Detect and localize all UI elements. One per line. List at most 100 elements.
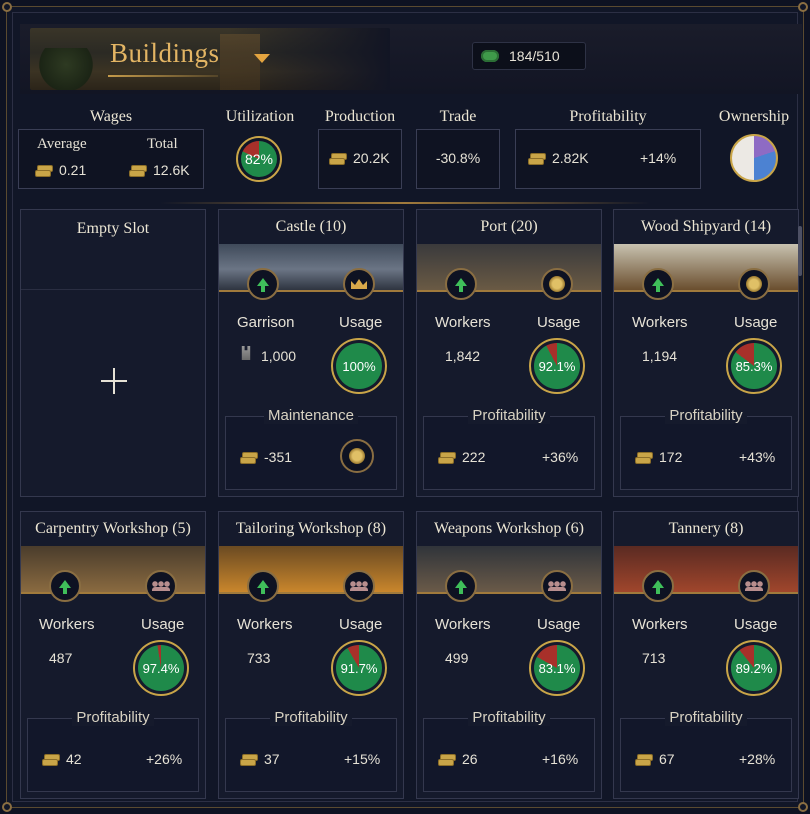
usage-label: Usage <box>339 616 383 633</box>
gold-coins-icon <box>35 164 53 177</box>
usage-gauge: 97.4% <box>133 640 189 696</box>
profitability-change: +26% <box>146 751 183 767</box>
profitability-box: 2.82K +14% <box>515 129 701 189</box>
profitability-value: 37 <box>264 751 280 767</box>
profitability-value: 222 <box>462 449 486 465</box>
building-slot-icon <box>481 50 499 62</box>
usage-value: 100% <box>342 358 376 374</box>
castle-badge[interactable] <box>343 268 375 300</box>
card-title: Weapons Workshop (6) <box>434 520 584 537</box>
profitability-box: Profitability 172 +43% <box>620 407 792 490</box>
building-badge[interactable] <box>145 570 177 602</box>
upgrade-button[interactable] <box>247 570 279 602</box>
profitability-box: Profitability 26 +16% <box>423 709 595 792</box>
profitability-title: Profitability <box>424 709 594 727</box>
workers-value: 1,842 <box>445 348 481 364</box>
building-badge[interactable] <box>738 268 770 300</box>
people-icon <box>350 581 368 591</box>
profitability-box: Profitability 67 +28% <box>620 709 792 792</box>
building-badge[interactable] <box>738 570 770 602</box>
profitability-title: Profitability <box>28 709 198 727</box>
ownership-pie[interactable] <box>730 134 778 182</box>
upgrade-button[interactable] <box>642 570 674 602</box>
card-title: Wood Shipyard (14) <box>640 218 772 235</box>
castle-card[interactable]: Castle (10) Garrison Usage 1,000 100% Ma… <box>218 209 404 497</box>
profitability-title: Profitability <box>621 709 791 727</box>
maintenance-box: Maintenance -351 <box>225 407 397 490</box>
usage-gauge: 89.2% <box>726 640 782 696</box>
profitability-value: 2.82K <box>552 150 589 166</box>
weapons-workshop-card[interactable]: Weapons Workshop (6) Workers Usage 499 8… <box>416 511 602 799</box>
building-capacity: 184/510 <box>472 42 586 70</box>
coins-icon <box>349 448 365 464</box>
workers-label: Workers <box>632 314 688 331</box>
upgrade-button[interactable] <box>445 268 477 300</box>
carpentry-workshop-card[interactable]: Carpentry Workshop (5) Workers Usage 487… <box>20 511 206 799</box>
usage-label: Usage <box>734 314 778 331</box>
workers-label: Workers <box>237 616 293 633</box>
profitability-change: +36% <box>542 449 579 465</box>
port-card[interactable]: Port (20) Workers Usage 1,842 92.1% Prof… <box>416 209 602 497</box>
scrollbar-thumb[interactable] <box>798 226 802 276</box>
coins-icon <box>549 276 565 292</box>
building-badge[interactable] <box>343 570 375 602</box>
building-badge[interactable] <box>541 268 573 300</box>
workers-value: 487 <box>49 650 73 666</box>
empty-slot-card[interactable]: Empty Slot <box>20 209 206 497</box>
workers-value: 1,194 <box>642 348 678 364</box>
gold-coins-icon <box>635 753 653 766</box>
tannery-card[interactable]: Tannery (8) Workers Usage 713 89.2% Prof… <box>613 511 799 799</box>
usage-gauge-fill: 100% <box>336 343 382 389</box>
wood-shipyard-card[interactable]: Wood Shipyard (14) Workers Usage 1,194 8… <box>613 209 799 497</box>
crown-icon <box>351 279 367 289</box>
production-value: 20.2K <box>353 150 390 166</box>
trade-value: -30.8% <box>435 150 481 166</box>
workers-value: 733 <box>247 650 271 666</box>
card-image-border <box>21 592 205 594</box>
upgrade-button[interactable] <box>49 570 81 602</box>
profitability-label: Profitability <box>569 108 647 125</box>
maintenance-value: -351 <box>264 449 293 465</box>
people-icon <box>745 581 763 591</box>
ownership-label: Ownership <box>718 108 790 125</box>
profitability-change: +14% <box>640 150 677 166</box>
usage-gauge-fill: 91.7% <box>336 645 382 691</box>
building-badge[interactable] <box>541 570 573 602</box>
castle-title: Castle (10) <box>275 218 347 235</box>
empty-slot-label: Empty Slot <box>76 220 150 237</box>
coins-icon <box>746 276 762 292</box>
profitability-box: Profitability 37 +15% <box>225 709 397 792</box>
header: Buildings 184/510 <box>20 24 802 94</box>
upgrade-button[interactable] <box>642 268 674 300</box>
wages-total-label: Total <box>147 136 178 152</box>
profitability-value: 172 <box>659 449 683 465</box>
workers-label: Workers <box>435 616 491 633</box>
usage-gauge: 91.7% <box>331 640 387 696</box>
profitability-title: Profitability <box>424 407 594 425</box>
gold-coins-icon <box>240 451 258 464</box>
wages-total-value: 12.6K <box>153 162 190 178</box>
card-title: Port (20) <box>480 218 538 235</box>
wages-average-label: Average <box>37 136 87 152</box>
upgrade-button[interactable] <box>445 570 477 602</box>
gold-coins-icon <box>42 753 60 766</box>
workers-label: Workers <box>39 616 95 633</box>
usage-value: 85.3% <box>735 358 773 374</box>
profitability-change: +28% <box>739 751 776 767</box>
upgrade-button[interactable] <box>247 268 279 300</box>
card-image-border <box>614 592 798 594</box>
workers-value: 713 <box>642 650 666 666</box>
arrow-up-icon <box>652 580 664 594</box>
gold-coins-icon <box>240 753 258 766</box>
usage-value: 89.2% <box>735 660 773 676</box>
usage-label: Usage <box>537 616 581 633</box>
usage-value: 91.7% <box>340 660 378 676</box>
usage-label: Usage <box>537 314 581 331</box>
tailoring-workshop-card[interactable]: Tailoring Workshop (8) Workers Usage 733… <box>218 511 404 799</box>
maintenance-button[interactable] <box>340 439 374 473</box>
add-building-icon[interactable] <box>101 368 127 394</box>
chevron-down-icon[interactable] <box>254 54 270 63</box>
page-title[interactable]: Buildings <box>110 38 220 69</box>
trade-box: -30.8% <box>416 129 500 189</box>
usage-label: Usage <box>734 616 778 633</box>
